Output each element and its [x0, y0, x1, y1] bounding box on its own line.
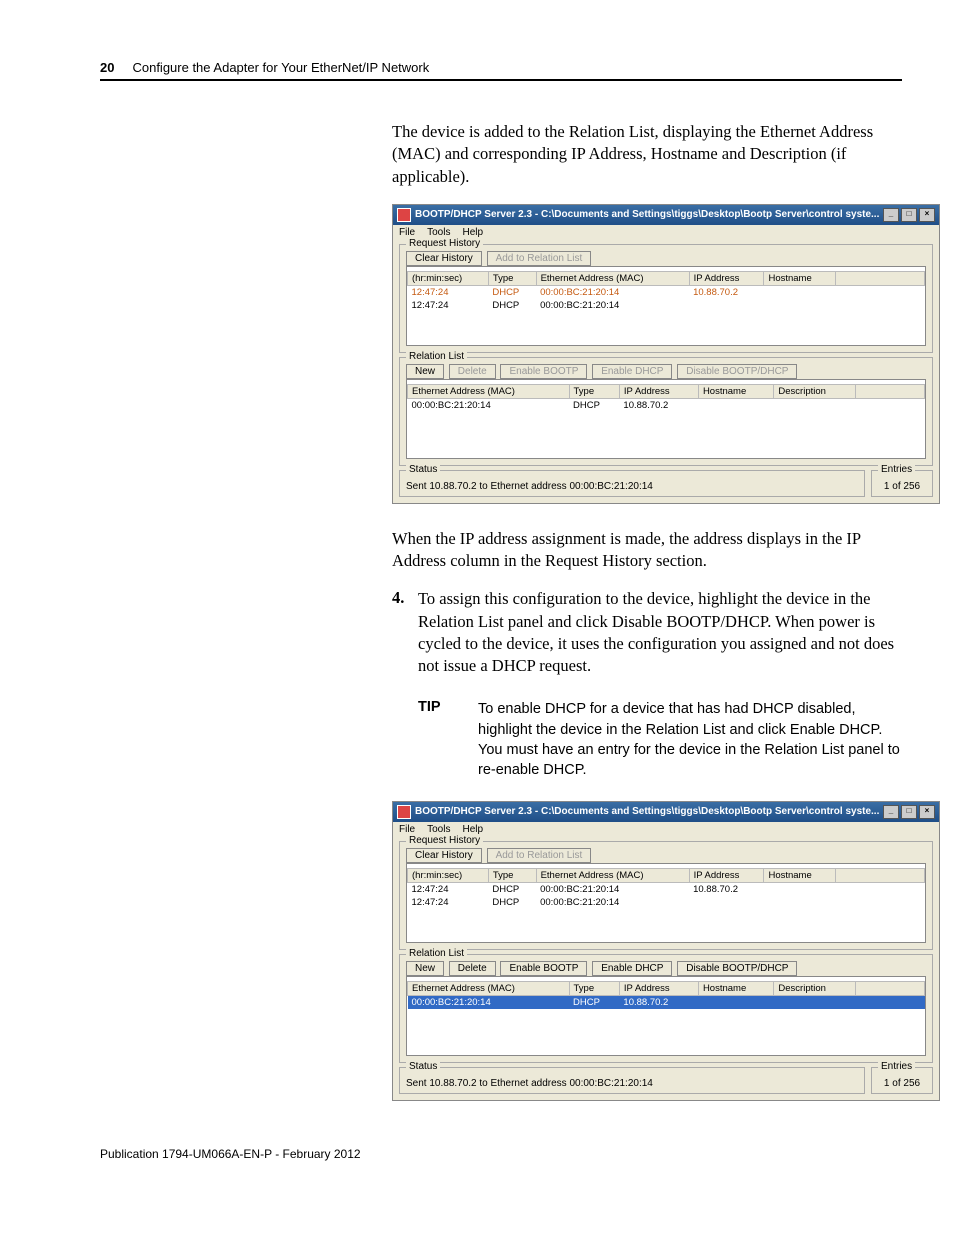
enable-bootp-button[interactable]: Enable BOOTP: [500, 364, 587, 379]
request-history-label: Request History: [406, 835, 483, 846]
relation-list-label: Relation List: [406, 351, 467, 362]
relation-list-group: Relation List New Delete Enable BOOTP En…: [399, 357, 933, 466]
window-title: BOOTP/DHCP Server 2.3 - C:\Documents and…: [415, 806, 883, 817]
new-button[interactable]: New: [406, 961, 444, 976]
disable-bootp-dhcp-button[interactable]: Disable BOOTP/DHCP: [677, 961, 797, 976]
status-box: Status Sent 10.88.70.2 to Ethernet addre…: [399, 470, 865, 497]
after-paragraph-1: When the IP address assignment is made, …: [392, 528, 902, 573]
app-icon: [397, 208, 411, 222]
col-type[interactable]: Type: [569, 981, 619, 995]
col-ip[interactable]: IP Address: [619, 384, 698, 398]
new-button[interactable]: New: [406, 364, 444, 379]
status-text: Sent 10.88.70.2 to Ethernet address 00:0…: [406, 481, 653, 492]
clear-history-button[interactable]: Clear History: [406, 251, 482, 266]
col-ip[interactable]: IP Address: [689, 868, 764, 882]
maximize-icon[interactable]: □: [901, 805, 917, 819]
bootp-window-screenshot-1: BOOTP/DHCP Server 2.3 - C:\Documents and…: [392, 204, 940, 504]
window-title: BOOTP/DHCP Server 2.3 - C:\Documents and…: [415, 209, 883, 220]
col-time[interactable]: (hr:min:sec): [408, 868, 489, 882]
bootp-window-screenshot-2: BOOTP/DHCP Server 2.3 - C:\Documents and…: [392, 801, 940, 1101]
entries-label: Entries: [878, 464, 915, 475]
col-ip[interactable]: IP Address: [689, 271, 764, 285]
request-history-group: Request History Clear History Add to Rel…: [399, 841, 933, 950]
add-to-relation-button[interactable]: Add to Relation List: [487, 251, 592, 266]
col-host[interactable]: Hostname: [698, 384, 773, 398]
add-to-relation-button[interactable]: Add to Relation List: [487, 848, 592, 863]
entries-box: Entries 1 of 256: [871, 1067, 933, 1094]
menu-file[interactable]: File: [399, 824, 415, 835]
enable-dhcp-button[interactable]: Enable DHCP: [592, 961, 672, 976]
relation-list-table: Ethernet Address (MAC) Type IP Address H…: [407, 384, 925, 412]
table-row[interactable]: 12:47:24 DHCP 00:00:BC:21:20:14: [408, 299, 925, 312]
enable-bootp-button[interactable]: Enable BOOTP: [500, 961, 587, 976]
relation-list-group: Relation List New Delete Enable BOOTP En…: [399, 954, 933, 1063]
status-text: Sent 10.88.70.2 to Ethernet address 00:0…: [406, 1078, 653, 1089]
titlebar: BOOTP/DHCP Server 2.3 - C:\Documents and…: [393, 802, 939, 822]
entries-label: Entries: [878, 1061, 915, 1072]
maximize-icon[interactable]: □: [901, 208, 917, 222]
titlebar: BOOTP/DHCP Server 2.3 - C:\Documents and…: [393, 205, 939, 225]
tip-label: TIP: [418, 699, 478, 780]
step-4: 4. To assign this configuration to the d…: [392, 588, 902, 677]
chapter-title: Configure the Adapter for Your EtherNet/…: [132, 60, 429, 75]
entries-text: 1 of 256: [884, 481, 920, 492]
col-type[interactable]: Type: [488, 271, 536, 285]
col-host[interactable]: Hostname: [698, 981, 773, 995]
col-host[interactable]: Hostname: [764, 868, 836, 882]
menu-file[interactable]: File: [399, 227, 415, 238]
col-time[interactable]: (hr:min:sec): [408, 271, 489, 285]
table-row[interactable]: 12:47:24 DHCP 00:00:BC:21:20:14 10.88.70…: [408, 882, 925, 896]
entries-text: 1 of 256: [884, 1078, 920, 1089]
col-ip[interactable]: IP Address: [619, 981, 698, 995]
minimize-icon[interactable]: _: [883, 805, 899, 819]
app-icon: [397, 805, 411, 819]
table-row[interactable]: 00:00:BC:21:20:14 DHCP 10.88.70.2: [408, 995, 925, 1009]
col-mac[interactable]: Ethernet Address (MAC): [408, 384, 570, 398]
menu-tools[interactable]: Tools: [427, 824, 450, 835]
delete-button[interactable]: Delete: [449, 961, 496, 976]
menu-help[interactable]: Help: [462, 227, 483, 238]
step-number: 4.: [392, 588, 404, 607]
delete-button[interactable]: Delete: [449, 364, 496, 379]
page-number: 20: [100, 60, 114, 75]
col-mac[interactable]: Ethernet Address (MAC): [536, 271, 689, 285]
request-history-table: (hr:min:sec) Type Ethernet Address (MAC)…: [407, 868, 925, 909]
table-row[interactable]: 00:00:BC:21:20:14 DHCP 10.88.70.2: [408, 398, 925, 412]
col-desc[interactable]: Description: [774, 981, 856, 995]
col-host[interactable]: Hostname: [764, 271, 836, 285]
status-label: Status: [406, 464, 440, 475]
menu-help[interactable]: Help: [462, 824, 483, 835]
close-icon[interactable]: ×: [919, 805, 935, 819]
table-row[interactable]: 12:47:24 DHCP 00:00:BC:21:20:14: [408, 896, 925, 909]
col-desc[interactable]: Description: [774, 384, 856, 398]
enable-dhcp-button[interactable]: Enable DHCP: [592, 364, 672, 379]
request-history-label: Request History: [406, 238, 483, 249]
step-4-text: To assign this configuration to the devi…: [418, 588, 902, 677]
col-mac[interactable]: Ethernet Address (MAC): [536, 868, 689, 882]
status-label: Status: [406, 1061, 440, 1072]
col-mac[interactable]: Ethernet Address (MAC): [408, 981, 570, 995]
intro-paragraph: The device is added to the Relation List…: [392, 121, 902, 188]
relation-list-label: Relation List: [406, 948, 467, 959]
table-row[interactable]: 12:47:24 DHCP 00:00:BC:21:20:14 10.88.70…: [408, 285, 925, 299]
tip-block: TIP To enable DHCP for a device that has…: [418, 699, 902, 780]
col-type[interactable]: Type: [488, 868, 536, 882]
close-icon[interactable]: ×: [919, 208, 935, 222]
status-box: Status Sent 10.88.70.2 to Ethernet addre…: [399, 1067, 865, 1094]
minimize-icon[interactable]: _: [883, 208, 899, 222]
tip-text: To enable DHCP for a device that has had…: [478, 699, 902, 780]
request-history-table: (hr:min:sec) Type Ethernet Address (MAC)…: [407, 271, 925, 312]
entries-box: Entries 1 of 256: [871, 470, 933, 497]
relation-list-table: Ethernet Address (MAC) Type IP Address H…: [407, 981, 925, 1009]
menu-tools[interactable]: Tools: [427, 227, 450, 238]
request-history-group: Request History Clear History Add to Rel…: [399, 244, 933, 353]
col-type[interactable]: Type: [569, 384, 619, 398]
page-header: 20 Configure the Adapter for Your EtherN…: [100, 60, 902, 81]
clear-history-button[interactable]: Clear History: [406, 848, 482, 863]
publication-footer: Publication 1794-UM066A-EN-P - February …: [100, 1147, 902, 1161]
disable-bootp-dhcp-button[interactable]: Disable BOOTP/DHCP: [677, 364, 797, 379]
